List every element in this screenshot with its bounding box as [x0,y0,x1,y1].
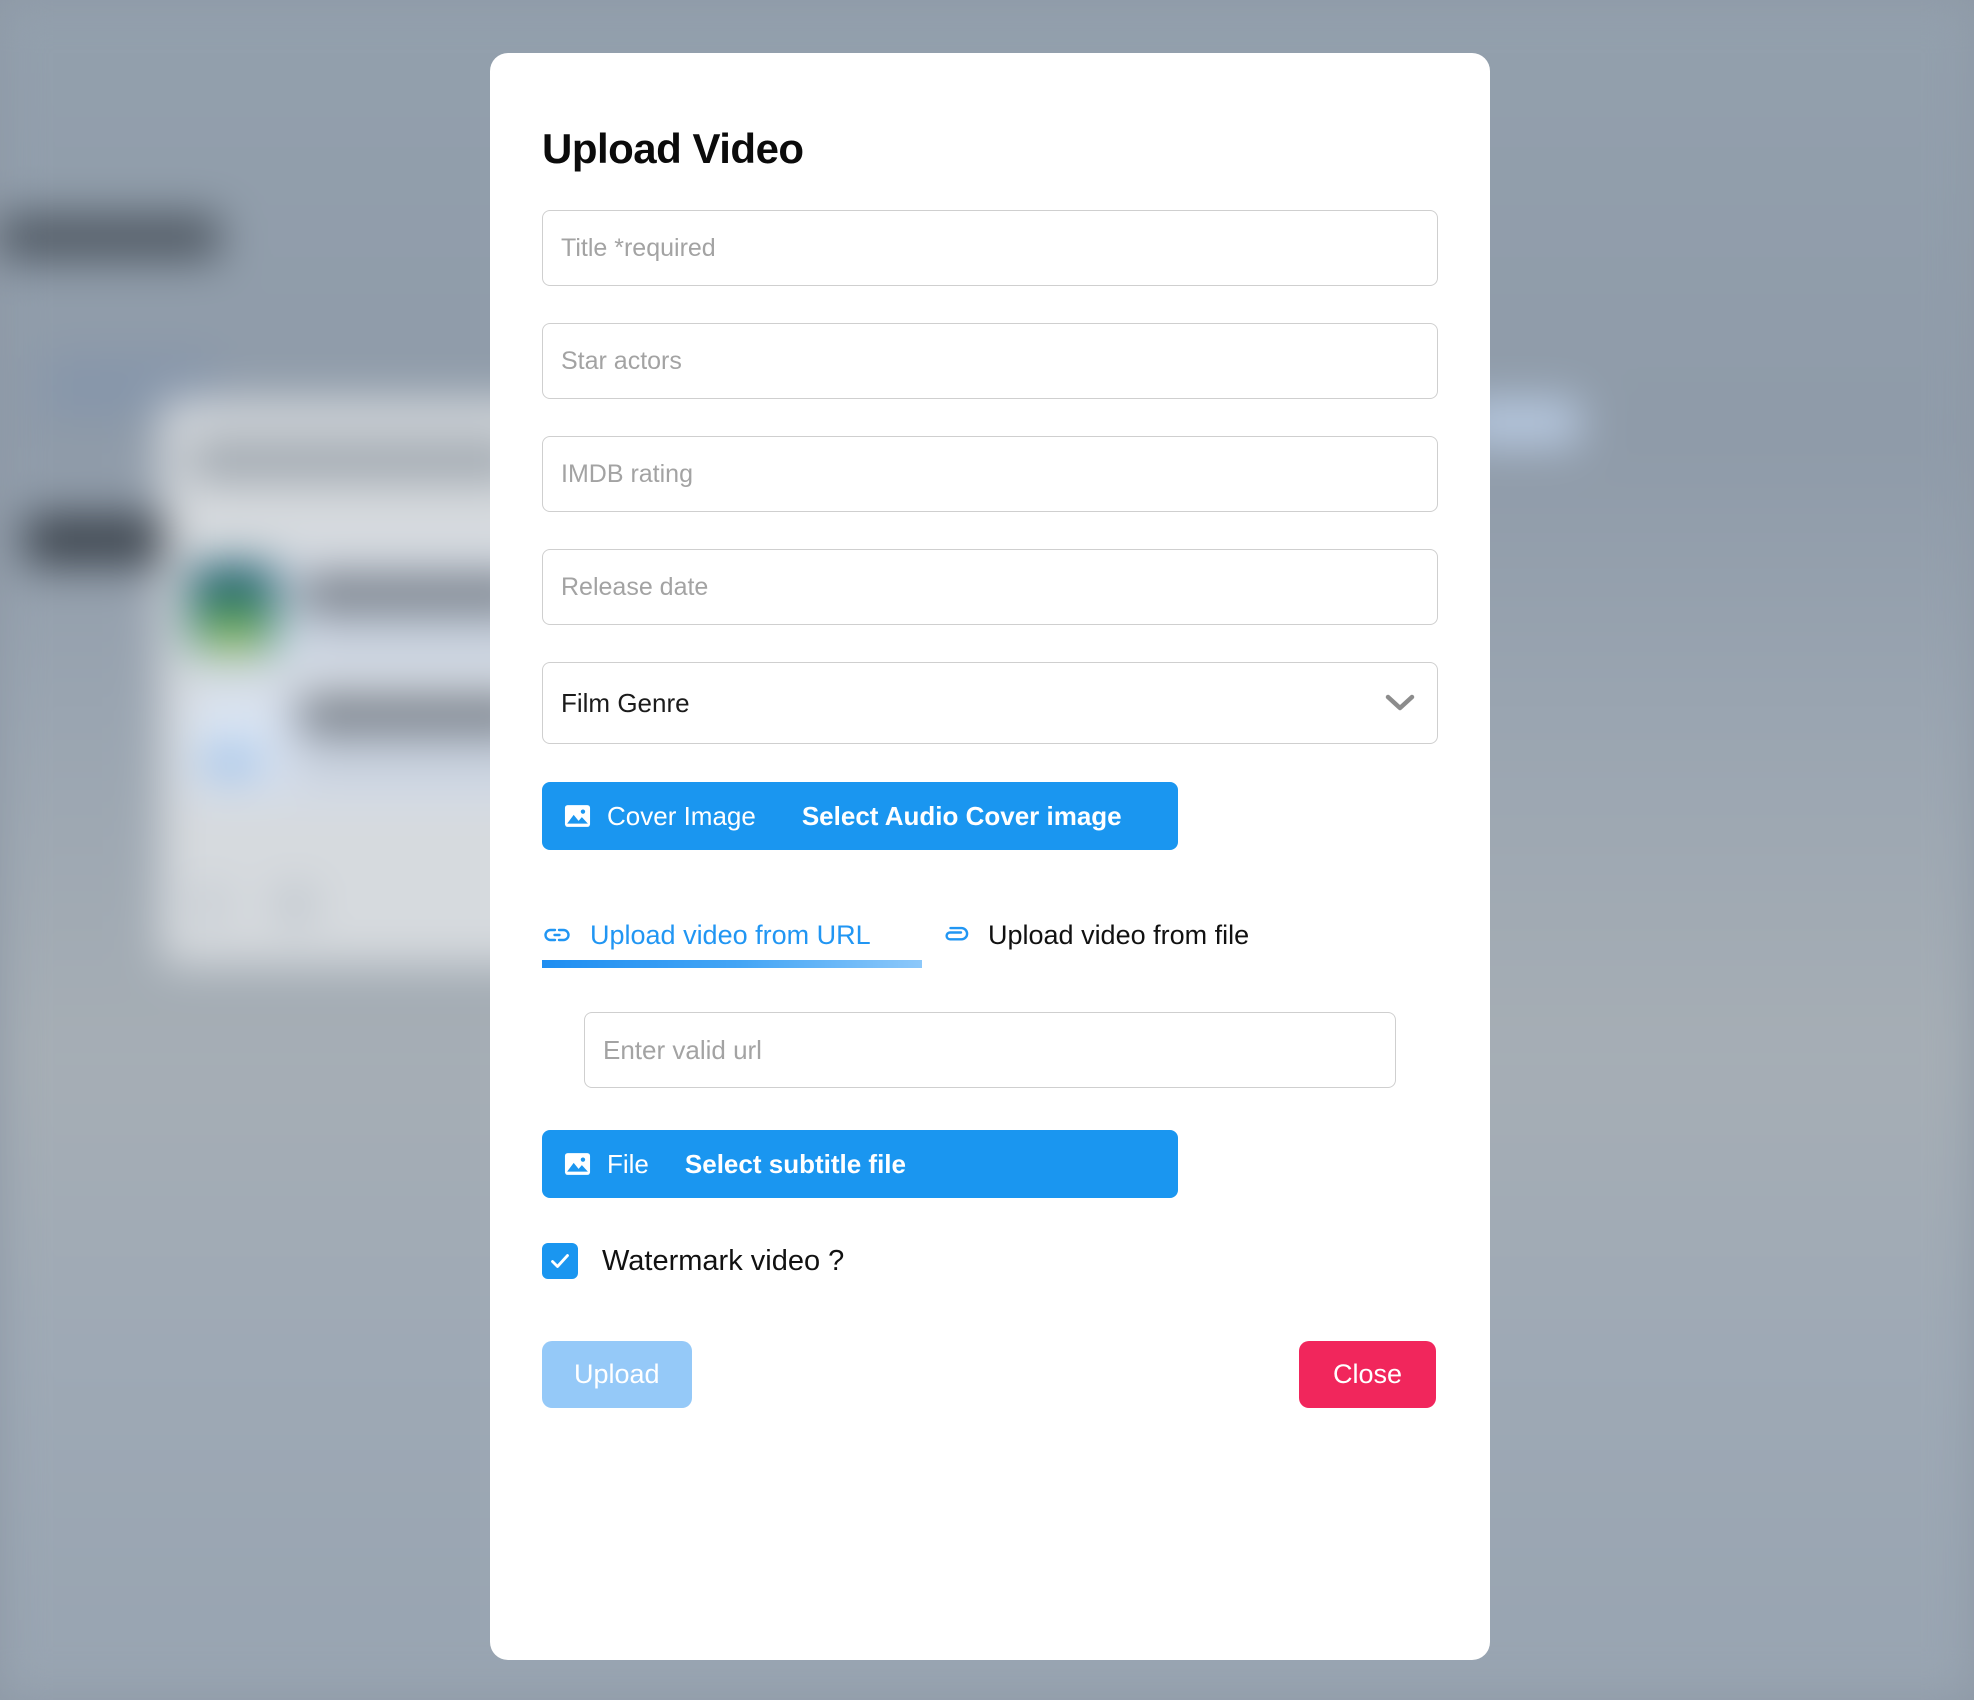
backdrop-thumbnail-blur [190,565,276,651]
star-actors-field-placeholder: Star actors [561,346,682,375]
close-button[interactable]: Close [1298,1341,1436,1408]
film-genre-select[interactable]: Film Genre [542,662,1438,744]
tab-upload-from-url[interactable]: Upload video from URL [542,906,922,964]
url-input-placeholder: Enter valid url [603,1034,762,1065]
backdrop-heading-blur [0,215,220,259]
backdrop-icon-blur [280,890,310,920]
subtitle-file-button[interactable]: File Select subtitle file [542,1130,1178,1198]
release-date-field-placeholder: Release date [561,572,709,601]
film-genre-value: Film Genre [561,687,690,718]
backdrop-thumbnail-blur [190,700,276,786]
tab-upload-from-url-label: Upload video from URL [590,919,871,950]
imdb-rating-field[interactable]: IMDB rating [542,436,1438,512]
chevron-down-icon [1385,694,1415,712]
tab-upload-from-file[interactable]: Upload video from file [940,906,1249,964]
watermark-checkbox[interactable] [542,1243,578,1279]
cover-image-action-label: Select Audio Cover image [801,800,1122,831]
backdrop-icon-blur [195,890,225,920]
backdrop-chip-blur [25,515,165,565]
url-input[interactable]: Enter valid url [584,1012,1396,1088]
title-field[interactable]: Title *required [542,210,1438,286]
link-icon [542,922,590,948]
subtitle-file-label: File [607,1148,649,1179]
star-actors-field[interactable]: Star actors [542,323,1438,399]
check-icon [548,1249,572,1273]
upload-video-dialog: Upload Video Title *required Star actors… [490,53,1490,1660]
watermark-checkbox-row[interactable]: Watermark video ? [542,1243,1438,1279]
upload-button[interactable]: Upload [542,1341,692,1408]
title-field-placeholder: Title *required [561,233,716,262]
cover-image-label: Cover Image [607,800,756,831]
active-tab-indicator [542,960,922,968]
dialog-title: Upload Video [542,125,804,172]
dialog-footer: Upload Close [542,1341,1438,1408]
watermark-checkbox-label: Watermark video ? [602,1244,845,1277]
imdb-rating-field-placeholder: IMDB rating [561,459,693,488]
url-tab-panel: Enter valid url [542,1012,1438,1088]
upload-source-tabs: Upload video from URL Upload video from … [542,892,1438,968]
tab-upload-from-file-label: Upload video from file [988,919,1250,950]
cover-image-button[interactable]: Cover Image Select Audio Cover image [542,782,1178,850]
paperclip-icon [940,922,988,948]
release-date-field[interactable]: Release date [542,549,1438,625]
image-icon [564,1152,607,1176]
image-icon [564,804,607,828]
subtitle-file-action-label: Select subtitle file [684,1148,906,1179]
backdrop-panel-title-blur [190,440,520,480]
